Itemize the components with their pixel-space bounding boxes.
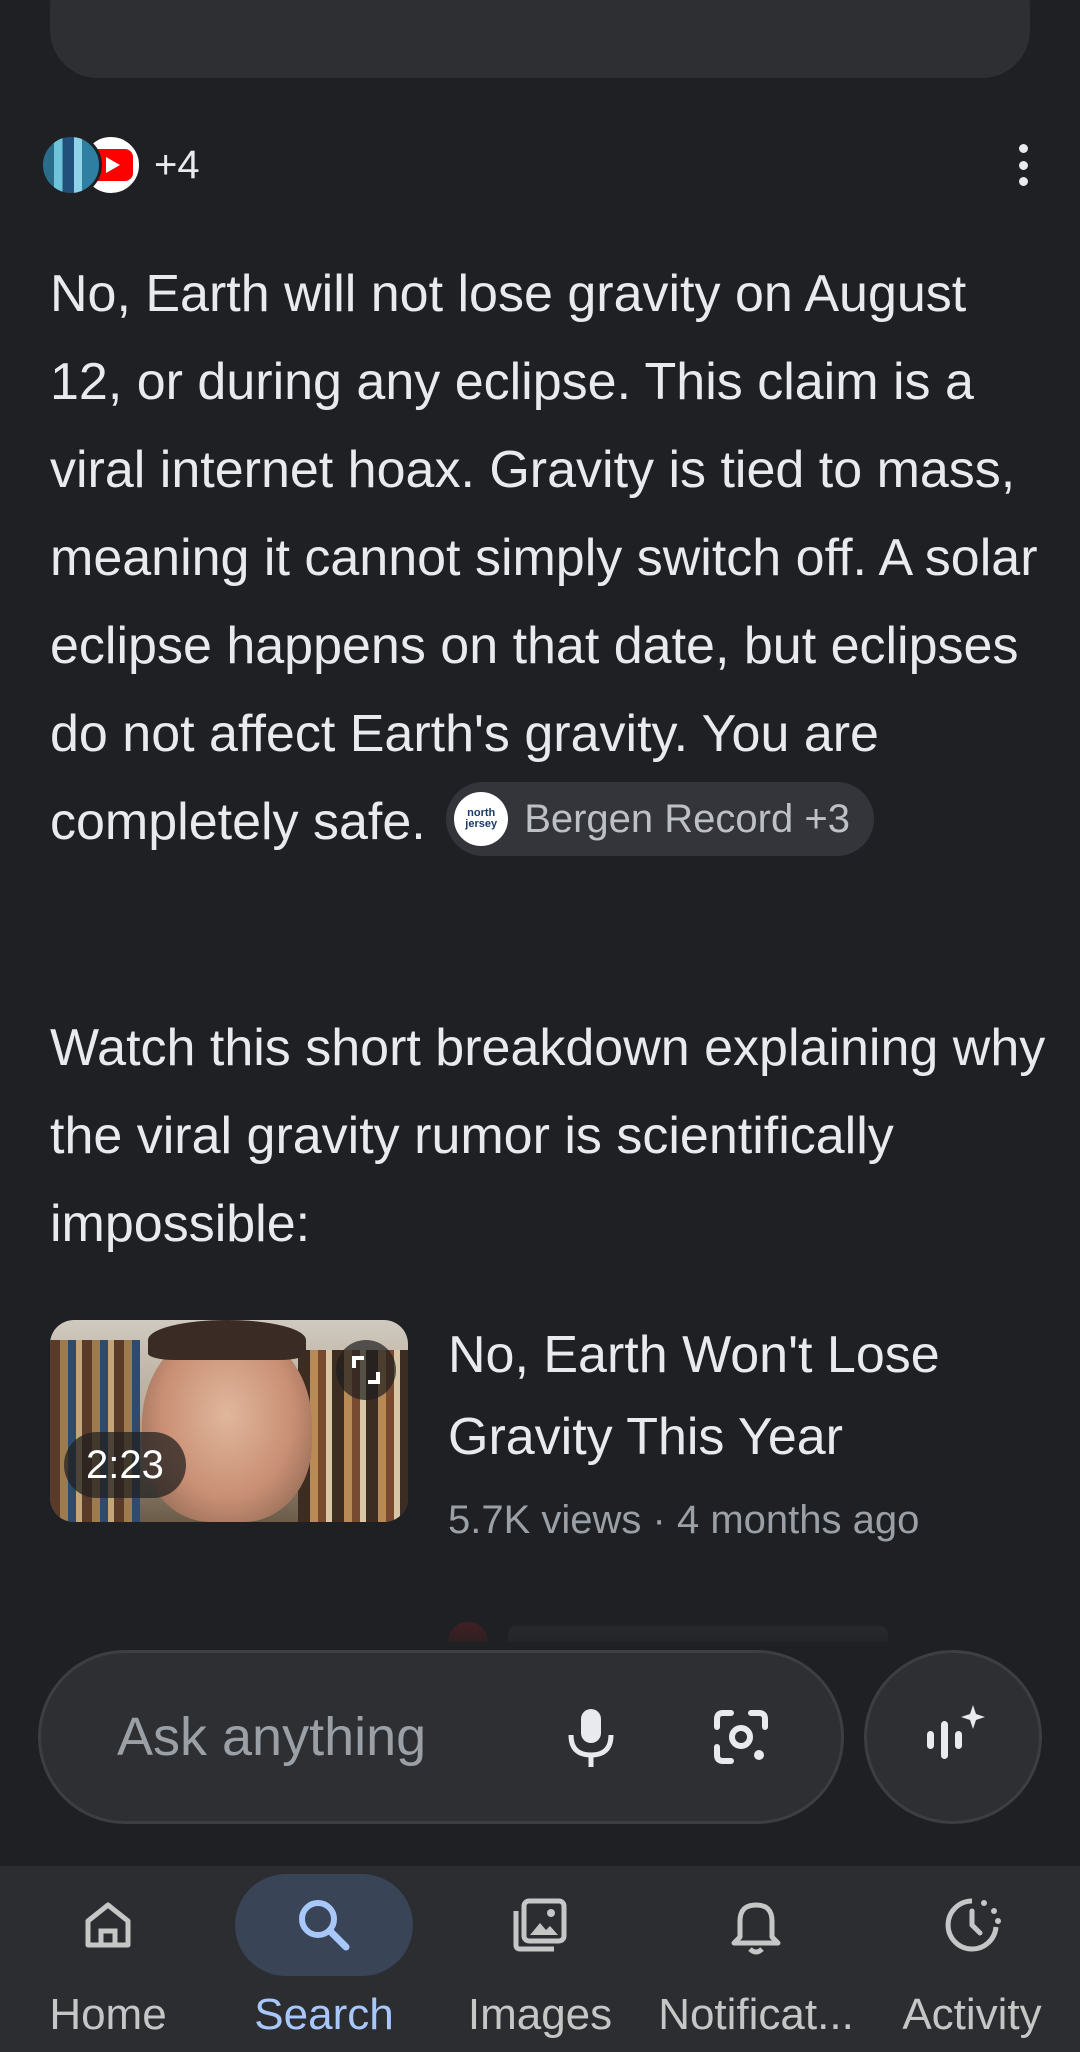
bottom-navigation: Home Search Images Notificat... Activity [0,1866,1080,2052]
video-duration-badge: 2:23 [64,1432,186,1498]
ask-input-bar[interactable]: Ask anything [38,1650,844,1824]
site-favicon-icon [40,134,102,196]
sources-row[interactable]: +4 [40,134,200,196]
bell-icon [731,1902,781,1955]
nav-home[interactable]: Home [0,1866,216,2052]
nav-search-pill [235,1874,413,1976]
lens-camera-icon[interactable] [703,1699,779,1775]
search-icon [299,1900,350,1951]
video-thumbnail[interactable]: 2:23 [50,1320,408,1522]
answer-body: No, Earth will not lose gravity on Augus… [50,265,1038,851]
live-voice-button[interactable] [864,1650,1042,1824]
live-sparkle-icon [927,1705,985,1759]
citation-chip-label: Bergen Record +3 [524,797,850,842]
ask-input[interactable]: Ask anything [117,1653,426,1821]
video-meta: 5.7K views · 4 months ago [448,1498,920,1542]
nav-search[interactable]: Search [216,1866,432,2052]
more-options-icon[interactable] [1018,144,1028,186]
sources-count: +4 [154,142,200,187]
video-title[interactable]: No, Earth Won't Lose Gravity This Year [448,1314,1008,1478]
expand-icon[interactable] [336,1340,396,1400]
microphone-icon[interactable] [553,1699,629,1775]
activity-icon [945,1898,1001,1952]
home-icon [85,1902,131,1948]
nav-activity-label: Activity [902,1990,1042,2039]
previous-message-bubble: twelfth [50,0,1030,78]
nav-images-label: Images [467,1990,613,2039]
nav-home-label: Home [49,1990,167,2039]
images-icon [513,1898,567,1952]
nav-images[interactable]: Images [432,1866,648,2052]
nav-search-label: Search [254,1990,394,2039]
nav-notifications-label: Notificat... [658,1990,854,2039]
answer-text: No, Earth will not lose gravity on Augus… [50,250,1040,866]
north-jersey-logo-icon: north jersey [454,792,509,847]
nav-activity[interactable]: Activity [864,1866,1080,2052]
video-intro-text: Watch this short breakdown explaining wh… [50,1019,1046,1253]
nav-notifications[interactable]: Notificat... [648,1866,864,2052]
chip-logo-line2: jersey [465,818,498,831]
citation-chip[interactable]: north jersey Bergen Record +3 [446,782,874,857]
